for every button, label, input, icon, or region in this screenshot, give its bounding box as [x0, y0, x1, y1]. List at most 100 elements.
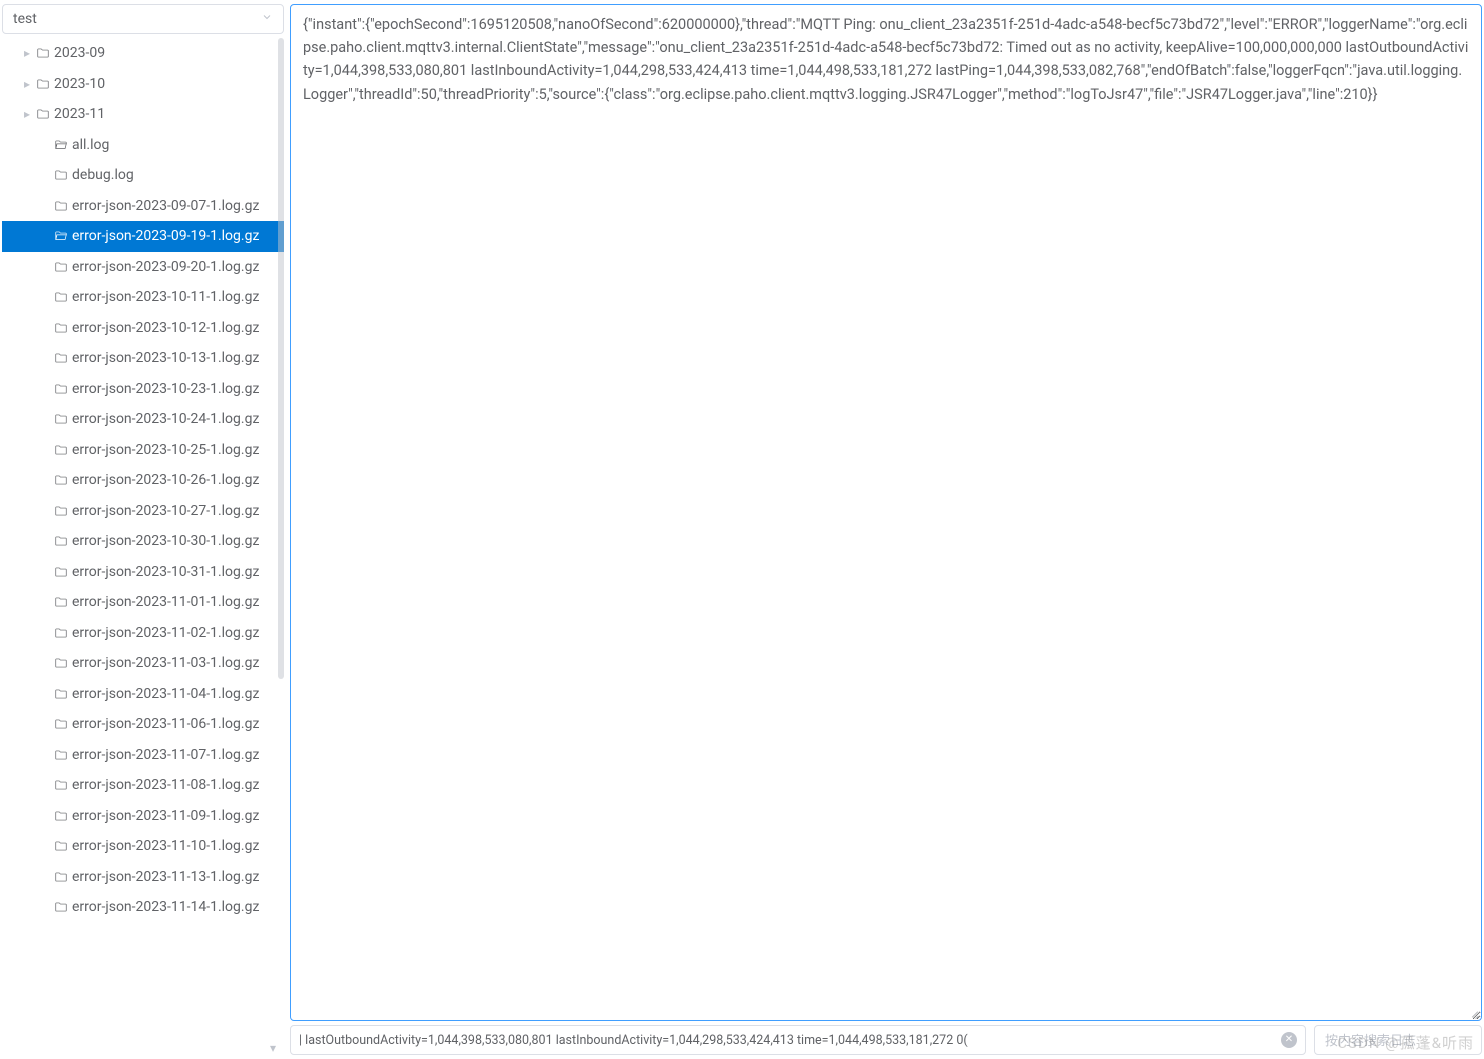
folder-icon	[52, 656, 70, 670]
folder-icon	[52, 260, 70, 274]
tree-file[interactable]: ▸error-json-2023-10-31-1.log.gz	[2, 557, 284, 588]
tree-file[interactable]: ▸error-json-2023-10-11-1.log.gz	[2, 282, 284, 313]
tree-file[interactable]: ▸error-json-2023-11-03-1.log.gz	[2, 648, 284, 679]
folder-icon	[52, 778, 70, 792]
folder-icon	[52, 626, 70, 640]
tree-item-label: error-json-2023-11-01-1.log.gz	[72, 594, 259, 610]
tree-folder[interactable]: ▸2023-11	[2, 99, 284, 130]
chevron-down-icon	[261, 11, 273, 27]
tree-item-label: error-json-2023-10-24-1.log.gz	[72, 411, 259, 427]
tree-item-label: debug.log	[72, 167, 134, 183]
tree-file[interactable]: ▸error-json-2023-11-13-1.log.gz	[2, 862, 284, 893]
tree-item-label: error-json-2023-10-31-1.log.gz	[72, 564, 259, 580]
tree-file[interactable]: ▸error-json-2023-10-27-1.log.gz	[2, 496, 284, 527]
folder-icon	[52, 839, 70, 853]
tree-file[interactable]: ▸error-json-2023-11-08-1.log.gz	[2, 770, 284, 801]
folder-icon	[52, 870, 70, 884]
tree-folder[interactable]: ▸ 2023-09	[2, 38, 284, 69]
file-tree-wrap: ▸2023-09▸2023-10▸2023-11▸all.log▸debug.l…	[2, 38, 284, 1055]
tree-item-label: error-json-2023-11-07-1.log.gz	[72, 747, 259, 763]
tree-file[interactable]: ▸error-json-2023-10-30-1.log.gz	[2, 526, 284, 557]
folder-icon	[52, 199, 70, 213]
caret-right-icon[interactable]: ▸	[20, 46, 34, 60]
folder-icon	[34, 46, 52, 60]
tree-file[interactable]: ▸error-json-2023-11-09-1.log.gz	[2, 801, 284, 832]
tree-item-label: error-json-2023-10-11-1.log.gz	[72, 289, 259, 305]
folder-icon	[52, 748, 70, 762]
tree-file[interactable]: ▸error-json-2023-10-26-1.log.gz	[2, 465, 284, 496]
tree-file[interactable]: ▸error-json-2023-11-10-1.log.gz	[2, 831, 284, 862]
tree-item-label: all.log	[72, 137, 109, 153]
folder-icon	[52, 900, 70, 914]
log-content-area[interactable]: {"instant":{"epochSecond":1695120508,"na…	[290, 4, 1482, 1021]
tree-file[interactable]: ▸error-json-2023-10-24-1.log.gz	[2, 404, 284, 435]
tree-file[interactable]: ▸error-json-2023-11-02-1.log.gz	[2, 618, 284, 649]
folder-open-icon	[52, 229, 70, 243]
folder-icon	[52, 504, 70, 518]
resize-handle-icon[interactable]	[1469, 1008, 1479, 1018]
tree-file[interactable]: ▸error-json-2023-10-23-1.log.gz	[2, 374, 284, 405]
tree-file[interactable]: ▸error-json-2023-10-12-1.log.gz	[2, 313, 284, 344]
sidebar: test ▸2023-09▸2023-10▸2023-11▸all.log▸de…	[2, 4, 284, 1055]
tree-item-label: error-json-2023-10-25-1.log.gz	[72, 442, 259, 458]
tree-item-label: error-json-2023-09-07-1.log.gz	[72, 198, 259, 214]
tree-item-label: error-json-2023-11-13-1.log.gz	[72, 869, 259, 885]
folder-icon	[34, 77, 52, 91]
tree-item-label: error-json-2023-11-04-1.log.gz	[72, 686, 259, 702]
tree-item-label: error-json-2023-10-12-1.log.gz	[72, 320, 259, 336]
main-panel: {"instant":{"epochSecond":1695120508,"na…	[290, 4, 1482, 1055]
file-tree[interactable]: ▸2023-09▸2023-10▸2023-11▸all.log▸debug.l…	[2, 38, 284, 1055]
more-indicator-icon: ▾	[270, 1042, 276, 1054]
tree-scrollbar-thumb[interactable]	[278, 38, 284, 679]
tree-folder[interactable]: ▸2023-10	[2, 69, 284, 100]
tree-item-label: error-json-2023-10-30-1.log.gz	[72, 533, 259, 549]
folder-icon	[52, 443, 70, 457]
tree-item-label: 2023-09	[54, 45, 105, 61]
folder-icon	[52, 717, 70, 731]
current-search-text: )0 lastOutboundActivity=1,044,398,533,08…	[299, 1033, 1275, 1048]
tree-item-label: error-json-2023-09-20-1.log.gz	[72, 259, 259, 275]
tree-item-label: error-json-2023-09-19-1.log.gz	[72, 228, 259, 244]
caret-right-icon[interactable]: ▸	[20, 77, 34, 91]
tree-file[interactable]: ▸error-json-2023-11-04-1.log.gz	[2, 679, 284, 710]
tree-file[interactable]: ▸error-json-2023-11-07-1.log.gz	[2, 740, 284, 771]
folder-icon	[52, 168, 70, 182]
folder-open-icon	[52, 138, 70, 152]
folder-icon	[52, 412, 70, 426]
tree-file[interactable]: ▸error-json-2023-11-14-1.log.gz	[2, 892, 284, 923]
tree-item-label: error-json-2023-10-27-1.log.gz	[72, 503, 259, 519]
tree-item-label: error-json-2023-11-09-1.log.gz	[72, 808, 259, 824]
clear-search-icon[interactable]: ✕	[1281, 1032, 1297, 1048]
tree-item-label: error-json-2023-11-08-1.log.gz	[72, 777, 259, 793]
folder-icon	[52, 595, 70, 609]
log-text: {"instant":{"epochSecond":1695120508,"na…	[303, 16, 1468, 103]
caret-right-icon[interactable]: ▸	[20, 107, 34, 121]
tree-file[interactable]: ▸error-json-2023-09-19-1.log.gz	[2, 221, 284, 252]
folder-icon	[52, 473, 70, 487]
tree-file[interactable]: ▸error-json-2023-11-06-1.log.gz	[2, 709, 284, 740]
folder-icon	[52, 351, 70, 365]
tree-file[interactable]: ▸error-json-2023-09-07-1.log.gz	[2, 191, 284, 222]
tree-item-label: error-json-2023-11-02-1.log.gz	[72, 625, 259, 641]
folder-icon	[34, 107, 52, 121]
tree-file[interactable]: ▸debug.log	[2, 160, 284, 191]
tree-file[interactable]: ▸error-json-2023-09-20-1.log.gz	[2, 252, 284, 283]
tree-item-label: error-json-2023-11-03-1.log.gz	[72, 655, 259, 671]
tree-file[interactable]: ▸error-json-2023-10-25-1.log.gz	[2, 435, 284, 466]
tree-scrollbar[interactable]	[278, 38, 284, 1055]
tree-file[interactable]: ▸error-json-2023-10-13-1.log.gz	[2, 343, 284, 374]
dataset-select-value: test	[13, 11, 37, 27]
current-search-value[interactable]: )0 lastOutboundActivity=1,044,398,533,08…	[290, 1025, 1306, 1055]
search-input[interactable]	[1314, 1025, 1482, 1055]
folder-icon	[52, 565, 70, 579]
dataset-select[interactable]: test	[2, 4, 284, 34]
folder-icon	[52, 382, 70, 396]
tree-file[interactable]: ▸all.log	[2, 130, 284, 161]
tree-file[interactable]: ▸error-json-2023-11-01-1.log.gz	[2, 587, 284, 618]
folder-icon	[52, 809, 70, 823]
tree-item-label: error-json-2023-10-26-1.log.gz	[72, 472, 259, 488]
folder-icon	[52, 534, 70, 548]
tree-item-label: error-json-2023-10-13-1.log.gz	[72, 350, 259, 366]
folder-icon	[52, 687, 70, 701]
folder-icon	[52, 290, 70, 304]
